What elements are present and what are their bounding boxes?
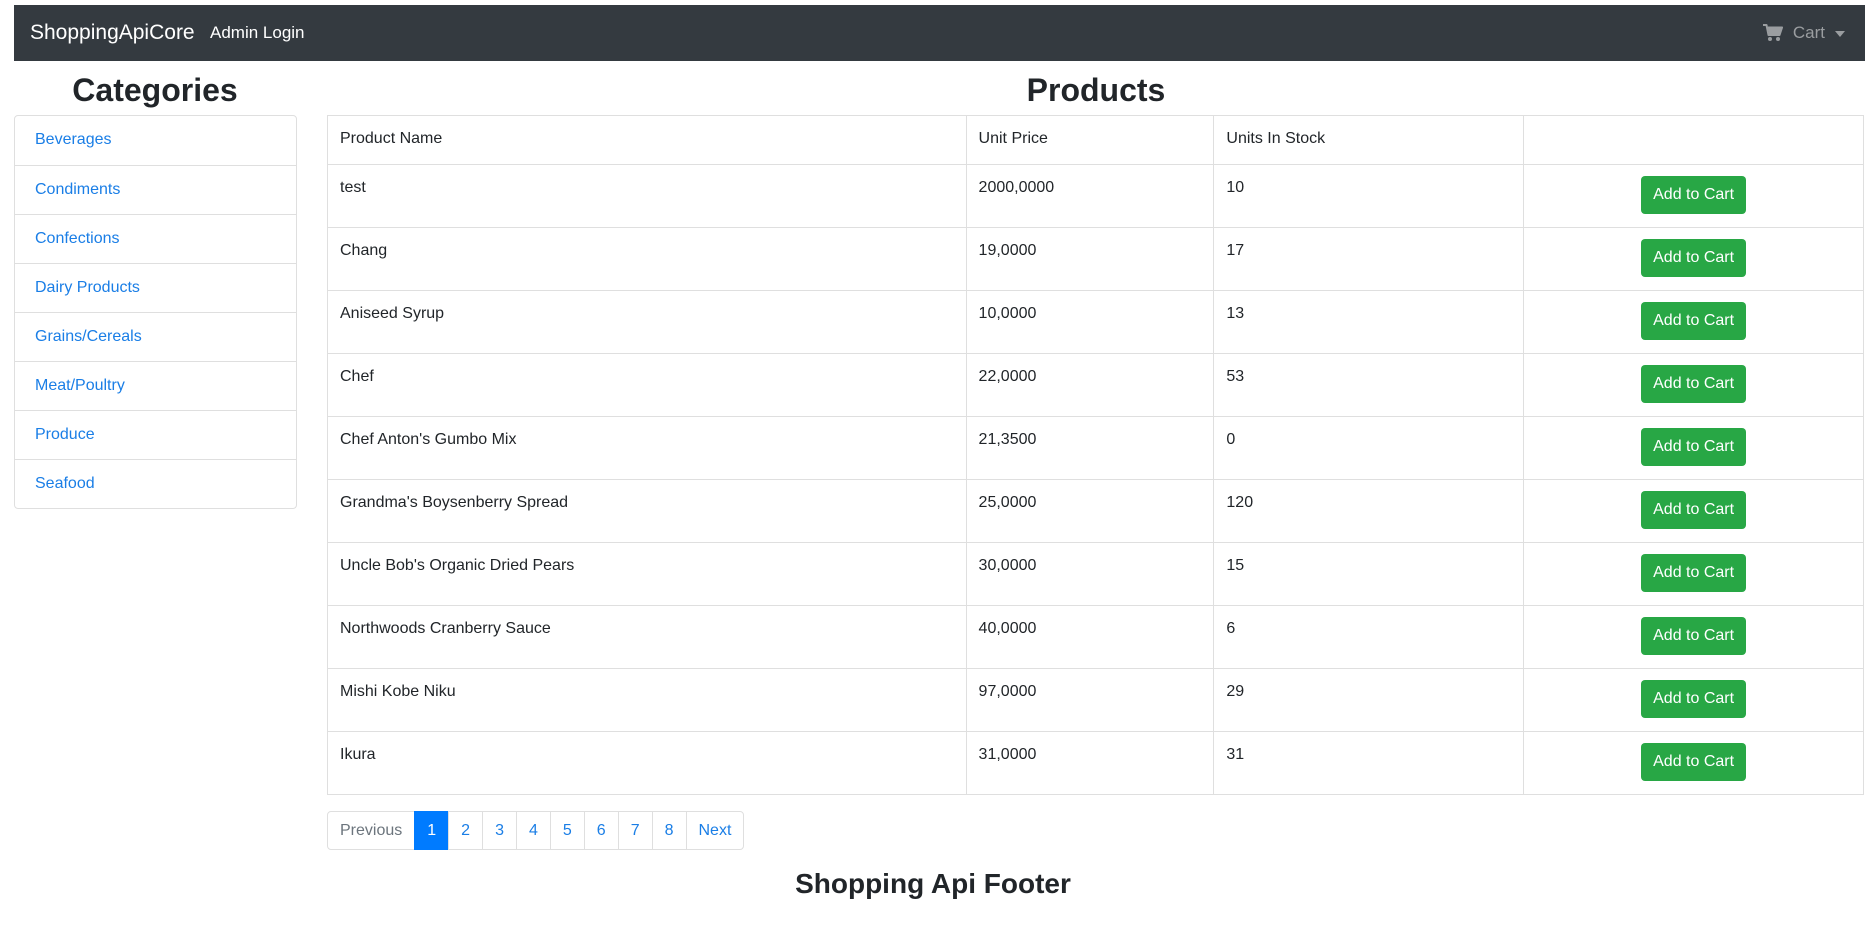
action-cell: Add to Cart <box>1523 479 1864 543</box>
unit-price-cell: 40,0000 <box>965 605 1215 669</box>
units-in-stock-cell: 0 <box>1213 416 1525 480</box>
unit-price-cell: 2000,0000 <box>965 164 1215 228</box>
action-cell: Add to Cart <box>1523 164 1864 228</box>
add-to-cart-button[interactable]: Add to Cart <box>1641 743 1747 781</box>
cart-dropdown[interactable]: Cart <box>1762 5 1845 61</box>
pagination-page-2[interactable]: 2 <box>448 811 484 850</box>
shopping-cart-icon <box>1762 24 1783 41</box>
pagination-page-7[interactable]: 7 <box>617 811 653 850</box>
units-in-stock-cell: 29 <box>1213 668 1525 732</box>
units-in-stock-cell: 31 <box>1213 731 1525 795</box>
pagination-page-5[interactable]: 5 <box>549 811 585 850</box>
action-cell: Add to Cart <box>1523 416 1864 480</box>
products-table: Product Name Unit Price Units In Stock t… <box>327 115 1864 795</box>
pagination-next[interactable]: Next <box>685 811 745 850</box>
table-row: Uncle Bob's Organic Dried Pears 30,0000 15… <box>327 542 1864 606</box>
navbar: ShoppingApiCore Admin Login Cart <box>14 5 1865 61</box>
add-to-cart-button[interactable]: Add to Cart <box>1641 617 1747 655</box>
unit-price-cell: 30,0000 <box>965 542 1215 606</box>
add-to-cart-button[interactable]: Add to Cart <box>1641 554 1747 592</box>
add-to-cart-button[interactable]: Add to Cart <box>1641 239 1747 277</box>
units-in-stock-cell: 53 <box>1213 353 1525 417</box>
units-in-stock-cell: 17 <box>1213 227 1525 291</box>
table-row: Ikura 31,0000 31 Add to Cart <box>327 731 1864 795</box>
unit-price-cell: 21,3500 <box>965 416 1215 480</box>
admin-login-link[interactable]: Admin Login <box>210 5 305 61</box>
table-row: Chef Anton's Gumbo Mix 21,3500 0 Add to Car… <box>327 416 1864 480</box>
product-name-cell: Mishi Kobe Niku <box>327 668 967 732</box>
action-cell: Add to Cart <box>1523 731 1864 795</box>
table-row: Northwoods Cranberry Sauce 40,0000 6 Add to… <box>327 605 1864 669</box>
action-cell: Add to Cart <box>1523 290 1864 354</box>
table-header-row: Product Name Unit Price Units In Stock <box>327 115 1864 165</box>
add-to-cart-button[interactable]: Add to Cart <box>1641 680 1747 718</box>
table-row: Chang 19,0000 17 Add to Cart <box>327 227 1864 291</box>
product-name-cell: Aniseed Syrup <box>327 290 967 354</box>
pagination-page-8[interactable]: 8 <box>651 811 687 850</box>
product-name-cell: Chang <box>327 227 967 291</box>
product-name-cell: Ikura <box>327 731 967 795</box>
pagination-previous[interactable]: Previous <box>327 811 416 850</box>
unit-price-cell: 19,0000 <box>965 227 1215 291</box>
column-header-unit-price: Unit Price <box>965 115 1215 165</box>
add-to-cart-button[interactable]: Add to Cart <box>1641 428 1747 466</box>
brand-link[interactable]: ShoppingApiCore <box>30 5 195 61</box>
product-name-cell: Chef Anton's Gumbo Mix <box>327 416 967 480</box>
category-list: Beverages Condiments Confections Dairy Prod… <box>14 115 297 509</box>
categories-heading: Categories <box>72 72 238 108</box>
category-item[interactable]: Confections <box>15 214 296 263</box>
table-row: Chef 22,0000 53 Add to Cart <box>327 353 1864 417</box>
chevron-down-icon <box>1835 31 1845 37</box>
pagination-page-3[interactable]: 3 <box>482 811 517 850</box>
product-name-cell: Northwoods Cranberry Sauce <box>327 605 967 669</box>
units-in-stock-cell: 10 <box>1213 164 1525 228</box>
table-row: test 2000,0000 10 Add to Cart <box>327 164 1864 228</box>
add-to-cart-button[interactable]: Add to Cart <box>1641 491 1747 529</box>
pagination-page-1[interactable]: 1 <box>414 811 450 850</box>
product-name-cell: Grandma's Boysenberry Spread <box>327 479 967 543</box>
footer-text: Shopping Api Footer <box>795 868 1071 899</box>
unit-price-cell: 31,0000 <box>965 731 1215 795</box>
add-to-cart-button[interactable]: Add to Cart <box>1641 176 1747 214</box>
column-header-units-in-stock: Units In Stock <box>1213 115 1525 165</box>
pagination-page-6[interactable]: 6 <box>583 811 619 850</box>
units-in-stock-cell: 13 <box>1213 290 1525 354</box>
category-item[interactable]: Condiments <box>15 165 296 214</box>
category-item[interactable]: Seafood <box>15 459 296 508</box>
column-header-action <box>1523 115 1864 165</box>
add-to-cart-button[interactable]: Add to Cart <box>1641 365 1747 403</box>
units-in-stock-cell: 120 <box>1213 479 1525 543</box>
cart-label: Cart <box>1792 23 1825 42</box>
products-heading: Products <box>1026 72 1166 108</box>
pagination: Previous 1 2 3 4 5 6 7 8 Next <box>327 811 745 850</box>
units-in-stock-cell: 6 <box>1213 605 1525 669</box>
action-cell: Add to Cart <box>1523 227 1864 291</box>
units-in-stock-cell: 15 <box>1213 542 1525 606</box>
product-name-cell: Chef <box>327 353 967 417</box>
product-name-cell: test <box>327 164 967 228</box>
category-item[interactable]: Dairy Products <box>15 263 296 312</box>
action-cell: Add to Cart <box>1523 605 1864 669</box>
category-item[interactable]: Produce <box>15 410 296 459</box>
category-item[interactable]: Beverages <box>15 116 296 165</box>
add-to-cart-button[interactable]: Add to Cart <box>1641 302 1747 340</box>
unit-price-cell: 25,0000 <box>965 479 1215 543</box>
column-header-product-name: Product Name <box>327 115 967 165</box>
pagination-page-4[interactable]: 4 <box>515 811 551 850</box>
unit-price-cell: 10,0000 <box>965 290 1215 354</box>
product-name-cell: Uncle Bob's Organic Dried Pears <box>327 542 967 606</box>
unit-price-cell: 22,0000 <box>965 353 1215 417</box>
action-cell: Add to Cart <box>1523 668 1864 732</box>
table-row: Mishi Kobe Niku 97,0000 29 Add to Cart <box>327 668 1864 732</box>
unit-price-cell: 97,0000 <box>965 668 1215 732</box>
action-cell: Add to Cart <box>1523 542 1864 606</box>
category-item[interactable]: Meat/Poultry <box>15 361 296 410</box>
table-row: Grandma's Boysenberry Spread 25,0000 120 Ad… <box>327 479 1864 543</box>
category-item[interactable]: Grains/Cereals <box>15 312 296 361</box>
action-cell: Add to Cart <box>1523 353 1864 417</box>
table-row: Aniseed Syrup 10,0000 13 Add to Cart <box>327 290 1864 354</box>
